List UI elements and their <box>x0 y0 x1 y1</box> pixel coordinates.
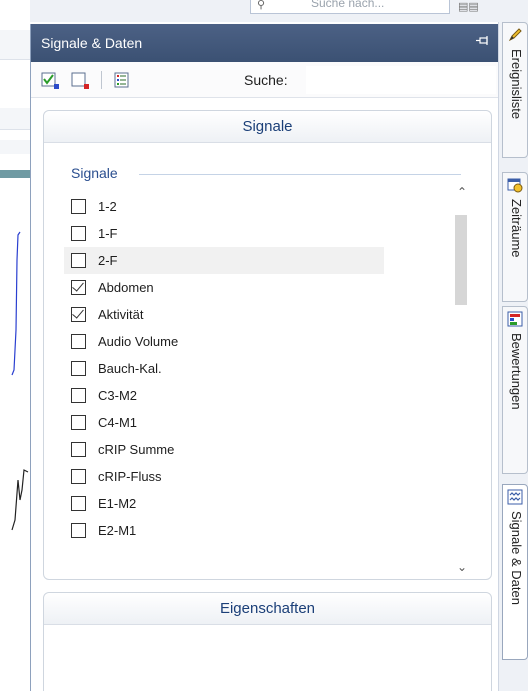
signal-label: 2-F <box>98 253 118 268</box>
signal-checkbox[interactable] <box>71 415 86 430</box>
panel-title: Signale & Daten <box>41 35 143 51</box>
signal-list-item[interactable]: Audio Volume <box>64 328 384 355</box>
check-all-icon <box>41 72 59 89</box>
signal-label: Aktivität <box>98 307 144 322</box>
signal-checkbox[interactable] <box>71 253 86 268</box>
signals-legend: Signale <box>71 165 118 181</box>
list-icon <box>114 72 129 87</box>
signal-list-item[interactable]: cRIP Summe <box>64 436 384 463</box>
panel-title-bar: Signale & Daten <box>31 24 498 62</box>
signal-label: 1-F <box>98 226 118 241</box>
signal-label: cRIP Summe <box>98 442 175 457</box>
tab-label-signale-daten: Signale & Daten <box>509 511 524 605</box>
chart-icon <box>507 311 523 327</box>
search-label: Suche: <box>244 72 288 88</box>
signal-label: Bauch-Kal. <box>98 361 162 376</box>
signal-checkbox[interactable] <box>71 226 86 241</box>
search-icon: ⚲ <box>257 0 266 11</box>
check-icon <box>72 279 84 292</box>
tab-label-bewertungen: Bewertungen <box>509 333 524 410</box>
signal-trace <box>11 231 29 531</box>
pin-icon[interactable] <box>476 36 490 46</box>
signal-checkbox[interactable] <box>71 442 86 457</box>
signal-checkbox[interactable] <box>71 523 86 538</box>
signal-label: cRIP-Fluss <box>98 469 162 484</box>
signal-list-item[interactable]: 1-F <box>64 220 384 247</box>
signal-checkbox[interactable] <box>71 388 86 403</box>
panel-toolbar: Suche: <box>31 62 498 98</box>
signals-group: Signale Signale 1-2 1-F 2-F Abdomen Aktivitä… <box>43 110 492 580</box>
signal-list-item[interactable]: 2-F <box>64 247 384 274</box>
scroll-thumb[interactable] <box>455 215 467 305</box>
background-search-box[interactable]: ⚲ Suche nach... <box>250 0 450 14</box>
toolbar-separator <box>101 70 102 89</box>
signal-checkbox[interactable] <box>71 199 86 214</box>
signal-label: Abdomen <box>98 280 154 295</box>
signal-label: C4-M1 <box>98 415 138 430</box>
signal-checkbox[interactable] <box>71 279 86 295</box>
select-all-button[interactable] <box>41 70 61 90</box>
properties-group: Eigenschaften <box>43 592 492 691</box>
signal-list-item[interactable]: Bauch-Kal. <box>64 355 384 382</box>
tab-label-ereignisliste: Ereignisliste <box>509 49 524 120</box>
signal-label: E2-M1 <box>98 523 137 538</box>
tab-label-zeitraeume: Zeiträume <box>509 199 524 258</box>
background-signal-view <box>0 0 30 691</box>
properties-group-header[interactable]: Eigenschaften <box>44 593 491 625</box>
signal-list: 1-2 1-F 2-F Abdomen Aktivität Audio Volume Bau… <box>64 193 384 544</box>
signals-data-panel: Signale & Daten Suche: Signale Signale 1… <box>30 24 498 691</box>
signal-label: Audio Volume <box>98 334 179 349</box>
right-dock-tabs: Ereignisliste Zeiträume Bewertungen Sign… <box>498 22 528 691</box>
scroll-down-icon[interactable]: ⌄ <box>448 560 476 580</box>
list-view-button[interactable] <box>112 70 132 90</box>
signal-list-item[interactable]: E1-M2 <box>64 490 384 517</box>
signal-search-input[interactable] <box>306 66 496 94</box>
clock-icon <box>507 178 523 193</box>
signal-list-item[interactable]: Abdomen <box>64 274 384 301</box>
signal-list-item[interactable]: Aktivität <box>64 301 384 328</box>
uncheck-all-icon <box>71 72 89 89</box>
signal-list-item[interactable]: cRIP-Fluss <box>64 463 384 490</box>
deselect-all-button[interactable] <box>71 70 91 90</box>
signal-list-item[interactable]: C3-M2 <box>64 382 384 409</box>
scroll-up-icon[interactable]: ⌃ <box>448 185 476 205</box>
tab-bewertungen[interactable]: Bewertungen <box>502 306 528 474</box>
signal-list-item[interactable]: E2-M1 <box>64 517 384 544</box>
signal-list-item[interactable]: 1-2 <box>64 193 384 220</box>
signal-list-item[interactable]: C4-M1 <box>64 409 384 436</box>
signal-label: E1-M2 <box>98 496 137 511</box>
legend-divider <box>139 174 461 175</box>
signal-list-scrollbar[interactable]: ⌃ ⌄ <box>448 185 476 580</box>
signal-label: 1-2 <box>98 199 117 214</box>
tab-zeitraeume[interactable]: Zeiträume <box>502 172 528 302</box>
signal-label: C3-M2 <box>98 388 138 403</box>
signal-checkbox[interactable] <box>71 334 86 349</box>
check-icon <box>72 306 84 319</box>
signal-checkbox[interactable] <box>71 361 86 376</box>
background-tools-icon: ▤▤ <box>458 1 479 13</box>
signals-group-body: Signale 1-2 1-F 2-F Abdomen Aktivität Audio V… <box>44 143 491 579</box>
pencil-icon <box>508 28 522 42</box>
wave-icon <box>507 489 523 505</box>
background-search-placeholder: Suche nach... <box>311 0 385 10</box>
tab-ereignisliste[interactable]: Ereignisliste <box>502 22 528 158</box>
signal-checkbox[interactable] <box>71 306 86 322</box>
signal-checkbox[interactable] <box>71 469 86 484</box>
tab-signale-daten[interactable]: Signale & Daten <box>502 484 528 660</box>
signals-group-header[interactable]: Signale <box>44 111 491 143</box>
signal-checkbox[interactable] <box>71 496 86 511</box>
